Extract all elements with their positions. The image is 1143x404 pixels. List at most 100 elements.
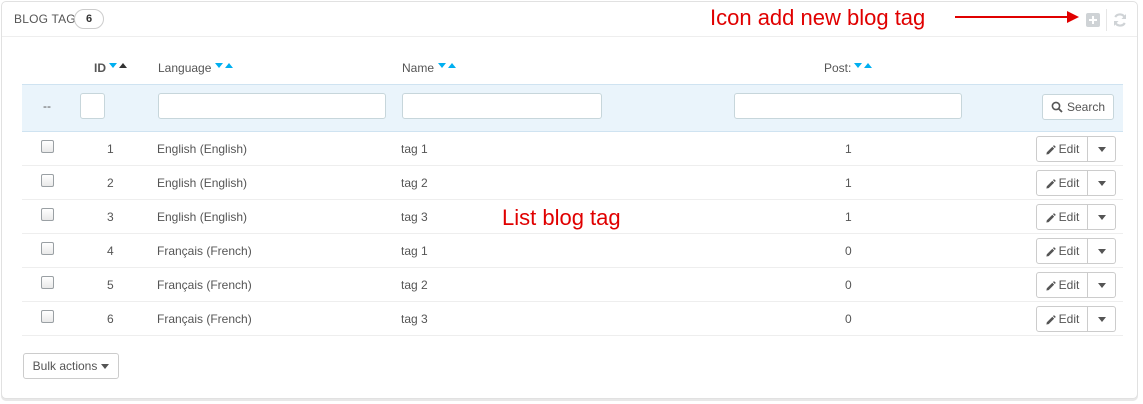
row-actions: Edit bbox=[1036, 306, 1116, 332]
row-checkbox[interactable] bbox=[41, 174, 54, 187]
row-name: tag 2 bbox=[401, 176, 428, 190]
sort-asc-icon[interactable] bbox=[864, 61, 872, 69]
table-row[interactable]: 5 Français (French) tag 2 0 Edit bbox=[22, 268, 1123, 302]
caret-down-icon bbox=[101, 363, 110, 369]
add-new-button[interactable] bbox=[1082, 9, 1104, 31]
edit-label: Edit bbox=[1058, 244, 1080, 258]
filter-post-input[interactable] bbox=[734, 93, 962, 119]
toolbar bbox=[1082, 9, 1131, 31]
sort-asc-icon[interactable] bbox=[119, 61, 127, 69]
row-name: tag 1 bbox=[401, 244, 428, 258]
sort-asc-icon[interactable] bbox=[448, 61, 456, 69]
row-checkbox[interactable] bbox=[41, 310, 54, 323]
caret-down-icon bbox=[1097, 282, 1106, 288]
filter-id-input[interactable] bbox=[80, 93, 105, 119]
column-language: Language bbox=[158, 61, 212, 75]
row-dropdown-toggle[interactable] bbox=[1088, 170, 1116, 196]
edit-button[interactable]: Edit bbox=[1036, 170, 1088, 196]
table-row[interactable]: 1 English (English) tag 1 1 Edit bbox=[22, 132, 1123, 166]
annotation-add-icon: Icon add new blog tag bbox=[710, 5, 926, 30]
row-language: Français (French) bbox=[157, 278, 252, 292]
bulk-actions-button[interactable]: Bulk actions bbox=[23, 353, 119, 379]
edit-button[interactable]: Edit bbox=[1036, 272, 1088, 298]
select-all-placeholder: -- bbox=[43, 99, 51, 113]
row-dropdown-toggle[interactable] bbox=[1088, 272, 1116, 298]
row-language: English (English) bbox=[157, 176, 248, 190]
sort-desc-icon[interactable] bbox=[854, 61, 862, 69]
row-dropdown-toggle[interactable] bbox=[1088, 238, 1116, 264]
caret-down-icon bbox=[1097, 316, 1106, 322]
filter-row: -- Search bbox=[22, 84, 1123, 132]
edit-label: Edit bbox=[1058, 210, 1080, 224]
row-post: 1 bbox=[845, 142, 852, 156]
annotation-list: List blog tag bbox=[502, 205, 621, 230]
row-id: 5 bbox=[107, 278, 114, 292]
row-id: 3 bbox=[107, 210, 114, 224]
sort-name bbox=[438, 61, 456, 69]
edit-button[interactable]: Edit bbox=[1036, 204, 1088, 230]
edit-label: Edit bbox=[1058, 176, 1080, 190]
row-id: 6 bbox=[107, 312, 114, 326]
table-row[interactable]: 2 English (English) tag 2 1 Edit bbox=[22, 166, 1123, 200]
table-row[interactable]: 4 Français (French) tag 1 0 Edit bbox=[22, 234, 1123, 268]
sort-desc-icon[interactable] bbox=[109, 61, 117, 69]
row-name: tag 3 bbox=[401, 312, 428, 326]
row-checkbox[interactable] bbox=[41, 242, 54, 255]
sort-asc-icon[interactable] bbox=[225, 61, 233, 69]
caret-down-icon bbox=[1097, 180, 1106, 186]
row-actions: Edit bbox=[1036, 204, 1116, 230]
pencil-icon bbox=[1046, 178, 1056, 189]
sort-language bbox=[215, 61, 233, 69]
edit-label: Edit bbox=[1058, 312, 1080, 326]
pencil-icon bbox=[1046, 144, 1056, 155]
pencil-icon bbox=[1046, 212, 1056, 223]
pencil-icon bbox=[1046, 314, 1056, 325]
row-actions: Edit bbox=[1036, 136, 1116, 162]
column-id: ID bbox=[94, 61, 106, 75]
search-button[interactable]: Search bbox=[1042, 94, 1114, 120]
row-language: Français (French) bbox=[157, 244, 252, 258]
caret-down-icon bbox=[1097, 248, 1106, 254]
edit-button[interactable]: Edit bbox=[1036, 238, 1088, 264]
row-dropdown-toggle[interactable] bbox=[1088, 136, 1116, 162]
search-icon bbox=[1051, 101, 1063, 113]
column-post: Post: bbox=[824, 61, 852, 75]
filter-language-input[interactable] bbox=[158, 93, 386, 119]
row-post: 1 bbox=[845, 210, 852, 224]
refresh-icon bbox=[1113, 13, 1127, 27]
table-row[interactable]: 6 Français (French) tag 3 0 Edit bbox=[22, 302, 1123, 336]
table-header: ID Language Name Post: bbox=[22, 52, 1123, 84]
row-post: 0 bbox=[845, 312, 852, 326]
filter-name-input[interactable] bbox=[402, 93, 602, 119]
pencil-icon bbox=[1046, 280, 1056, 291]
row-actions: Edit bbox=[1036, 272, 1116, 298]
row-language: English (English) bbox=[157, 142, 248, 156]
row-language: Français (French) bbox=[157, 312, 252, 326]
row-dropdown-toggle[interactable] bbox=[1088, 306, 1116, 332]
row-language: English (English) bbox=[157, 210, 248, 224]
refresh-button[interactable] bbox=[1106, 9, 1131, 31]
row-checkbox[interactable] bbox=[41, 276, 54, 289]
bulk-actions-label: Bulk actions bbox=[32, 359, 98, 373]
search-label: Search bbox=[1066, 100, 1106, 114]
row-name: tag 2 bbox=[401, 278, 428, 292]
row-name: tag 1 bbox=[401, 142, 428, 156]
sort-desc-icon[interactable] bbox=[215, 61, 223, 69]
edit-button[interactable]: Edit bbox=[1036, 136, 1088, 162]
row-post: 0 bbox=[845, 244, 852, 258]
edit-label: Edit bbox=[1058, 278, 1080, 292]
row-post: 0 bbox=[845, 278, 852, 292]
caret-down-icon bbox=[1097, 214, 1106, 220]
row-dropdown-toggle[interactable] bbox=[1088, 204, 1116, 230]
row-id: 2 bbox=[107, 176, 114, 190]
caret-down-icon bbox=[1097, 146, 1106, 152]
sort-desc-icon[interactable] bbox=[438, 61, 446, 69]
row-checkbox[interactable] bbox=[41, 140, 54, 153]
row-id: 1 bbox=[107, 142, 114, 156]
annotation-arrow-icon bbox=[955, 11, 1079, 23]
panel-title: BLOG TAG bbox=[14, 12, 76, 26]
edit-button[interactable]: Edit bbox=[1036, 306, 1088, 332]
sort-post bbox=[854, 61, 872, 69]
row-checkbox[interactable] bbox=[41, 208, 54, 221]
row-actions: Edit bbox=[1036, 170, 1116, 196]
